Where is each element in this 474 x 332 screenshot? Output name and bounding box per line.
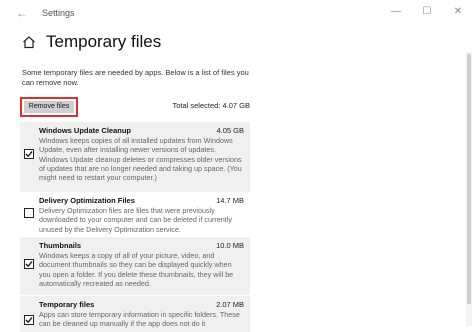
item-name: Windows Update Cleanup: [39, 126, 132, 135]
intro-text: Some temporary files are needed by apps.…: [22, 68, 249, 87]
item-description: Windows keeps copies of all installed up…: [39, 136, 242, 183]
title-bar: ← Settings — ☐ ✕: [0, 0, 474, 28]
home-icon[interactable]: [22, 35, 36, 49]
checkbox-thumbnails[interactable]: [24, 259, 34, 269]
page-title: Temporary files: [46, 32, 162, 51]
item-size: 2.07 MB: [216, 300, 244, 309]
item-size: 14.7 MB: [216, 196, 244, 205]
list-item: Temporary files 2.07 MB Apps can store t…: [20, 296, 250, 332]
checkbox-delivery-optimization[interactable]: [24, 208, 34, 218]
maximize-button[interactable]: ☐: [421, 6, 433, 18]
item-size: 4.05 GB: [216, 126, 244, 135]
item-description: Apps can store temporary information in …: [39, 310, 240, 328]
item-description: Delivery Optimization files are files th…: [39, 206, 232, 234]
checkbox-temporary-files[interactable]: [24, 315, 34, 325]
back-arrow-icon[interactable]: ←: [16, 6, 30, 20]
item-description: Windows keeps a copy of all of your pict…: [39, 251, 234, 288]
window-title: Settings: [42, 8, 75, 18]
item-name: Delivery Optimization Files: [39, 196, 135, 205]
item-size: 10.0 MB: [216, 241, 244, 250]
remove-files-button[interactable]: Remove files: [24, 101, 74, 113]
total-selected: Total selected: 4.07 GB: [172, 101, 250, 110]
item-name: Temporary files: [39, 300, 95, 309]
checkmark-icon: [25, 317, 33, 324]
checkbox-windows-update-cleanup[interactable]: [24, 149, 34, 159]
checkmark-icon: [25, 151, 33, 158]
minimize-button[interactable]: —: [390, 6, 402, 18]
item-name: Thumbnails: [39, 241, 82, 250]
scrollbar[interactable]: [466, 52, 472, 326]
close-button[interactable]: ✕: [452, 6, 464, 18]
remove-files-highlight: Remove files: [20, 97, 78, 117]
scrollbar-thumb[interactable]: [467, 54, 471, 304]
list-item: Thumbnails 10.0 MB Windows keeps a copy …: [20, 237, 250, 295]
checkmark-icon: [25, 261, 33, 268]
list-item: Delivery Optimization Files 14.7 MB Deli…: [20, 192, 250, 239]
